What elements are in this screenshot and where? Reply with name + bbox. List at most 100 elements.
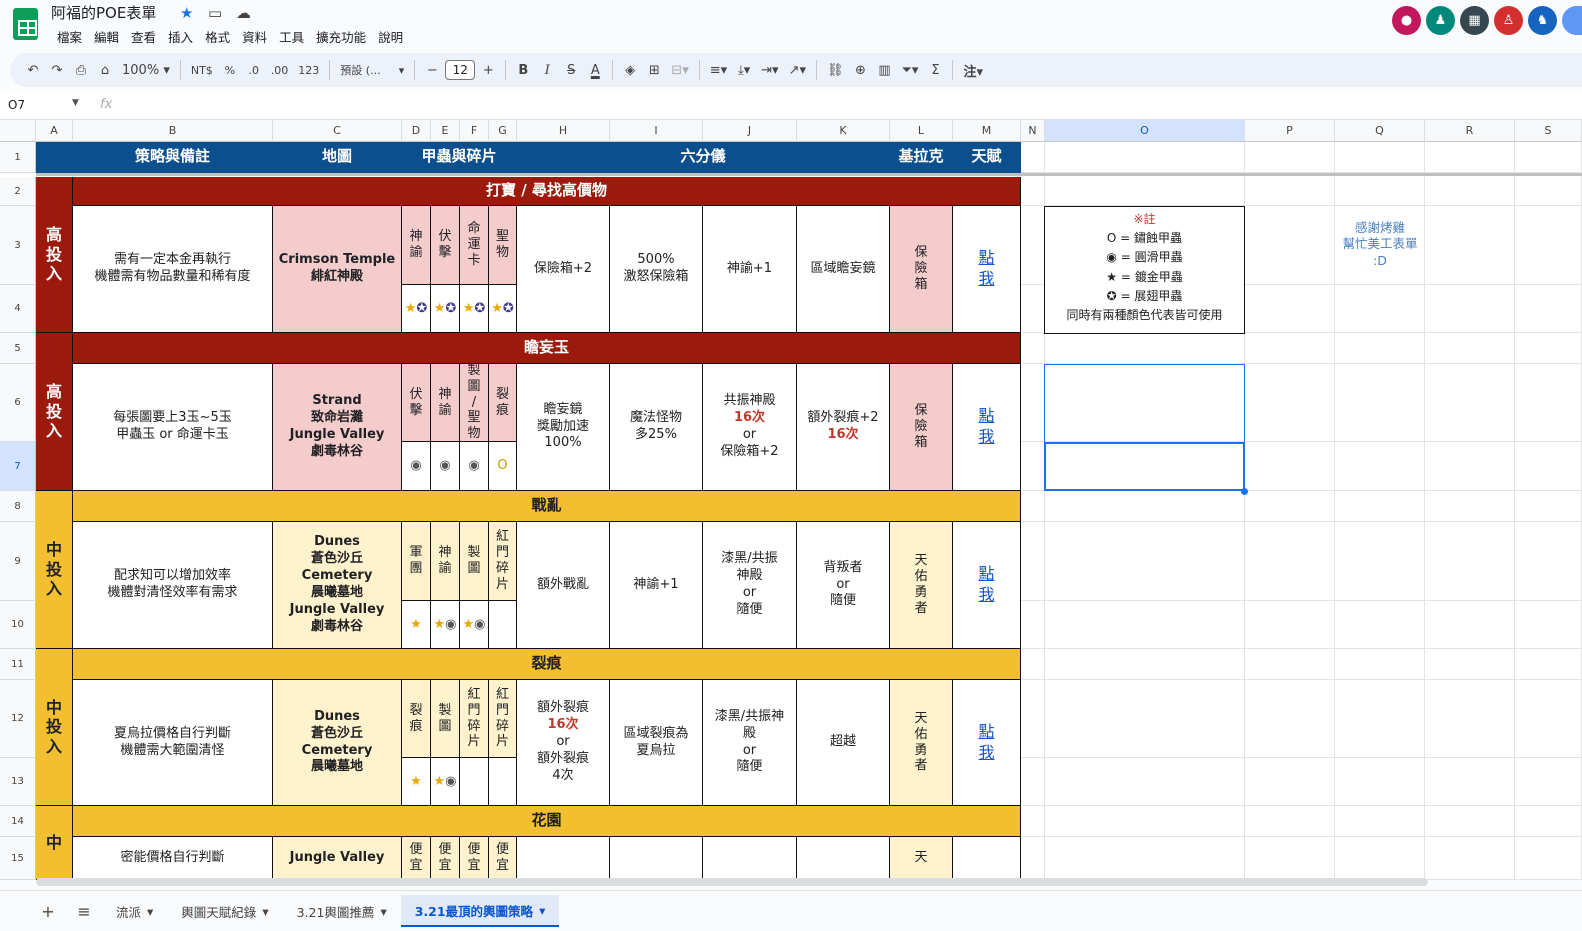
kirac-option[interactable]: 天 <box>890 837 953 880</box>
italic-button[interactable]: I <box>536 57 558 83</box>
menu-data[interactable]: 資料 <box>236 27 273 46</box>
avatar[interactable] <box>1562 6 1582 35</box>
talent-link[interactable]: 點 我 <box>953 680 1021 806</box>
beetle-icon[interactable]: ◉ <box>402 442 431 491</box>
print-icon[interactable]: ⎙ <box>70 57 92 83</box>
sextant-i[interactable]: 區域裂痕為 夏烏拉 <box>610 680 703 806</box>
menu-view[interactable]: 查看 <box>125 27 162 46</box>
row-header[interactable]: 4 <box>0 285 36 333</box>
row-header[interactable]: 2 <box>0 177 36 206</box>
sextant-cell[interactable] <box>703 837 797 880</box>
sextant-cell[interactable] <box>517 837 610 880</box>
beetle-type[interactable]: 軍 團 <box>402 522 431 601</box>
header-blank[interactable] <box>36 142 73 173</box>
merge-cells-icon[interactable]: ⊟▾ <box>667 57 692 83</box>
beetle-type[interactable]: 便 宜 <box>460 837 489 880</box>
avatar[interactable]: ▦ <box>1460 6 1489 35</box>
beetle-type[interactable]: 伏 擊 <box>431 206 460 285</box>
fill-color-icon[interactable]: ◈ <box>619 57 641 83</box>
menu-tools[interactable]: 工具 <box>273 27 310 46</box>
beetle-type[interactable]: 製 圖 / 聖 物 <box>460 364 489 442</box>
font-size-input[interactable]: 12 <box>445 60 476 80</box>
row-header[interactable]: 15 <box>0 837 36 880</box>
sextant-j[interactable]: 漆黑/共振神 殿 or 隨便 <box>703 680 797 806</box>
redo-icon[interactable]: ↷ <box>46 57 68 83</box>
sextant-i[interactable]: 神諭+1 <box>610 522 703 649</box>
beetle-icon[interactable]: ◉ <box>460 442 489 491</box>
section-investment-label[interactable]: 中 投 入 <box>36 491 73 649</box>
avatar[interactable]: ♟ <box>1426 6 1455 35</box>
percent-button[interactable]: % <box>219 57 241 83</box>
row-header[interactable]: 11 <box>0 649 36 680</box>
menu-help[interactable]: 說明 <box>372 27 409 46</box>
column-header[interactable]: D <box>402 120 431 142</box>
frozen-row-divider[interactable] <box>36 173 1582 176</box>
vertical-align-icon[interactable]: ⤓▾ <box>733 57 755 83</box>
column-header[interactable]: K <box>797 120 890 142</box>
beetle-icon[interactable]: ★ ✪ <box>489 285 517 333</box>
filter-icon[interactable]: ⏷▾ <box>898 57 923 83</box>
text-color-button[interactable]: A <box>584 57 606 83</box>
column-header[interactable]: I <box>610 120 703 142</box>
column-header[interactable]: A <box>36 120 73 142</box>
header-kirac[interactable]: 基拉克 <box>890 142 953 173</box>
avatar[interactable]: ♙ <box>1494 6 1523 35</box>
avatar[interactable]: ● <box>1392 6 1421 35</box>
column-header[interactable]: E <box>431 120 460 142</box>
column-header[interactable]: M <box>953 120 1021 142</box>
section-title[interactable]: 瞻妄玉 <box>73 333 1021 364</box>
sheet-tab[interactable]: 3.21輿圖推薦 ▾ <box>283 895 401 927</box>
sextant-k[interactable]: 區域瞻妄鏡 <box>797 206 890 333</box>
map-name[interactable]: Dunes 蒼色沙丘 Cemetery 晨曦墓地 <box>273 680 402 806</box>
row-header[interactable]: 8 <box>0 491 36 522</box>
strikethrough-button[interactable]: S <box>560 57 582 83</box>
beetle-type[interactable]: 神 諭 <box>402 206 431 285</box>
name-box[interactable]: O7 <box>8 98 25 112</box>
beetle-type[interactable]: 神 諭 <box>431 522 460 601</box>
column-header[interactable]: R <box>1425 120 1515 142</box>
header-talent[interactable]: 天賦 <box>953 142 1021 173</box>
cloud-status-icon[interactable]: ☁ <box>236 4 251 22</box>
column-header[interactable]: O <box>1045 120 1245 142</box>
header-strategy[interactable]: 策略與備註 <box>73 142 273 173</box>
sheet-tab-active[interactable]: 3.21最頂的輿圖策略 ▾ <box>400 895 560 927</box>
sextant-i[interactable]: 魔法怪物 多25% <box>610 364 703 491</box>
row-header[interactable]: 7 <box>0 442 36 491</box>
column-header[interactable]: L <box>890 120 953 142</box>
functions-button[interactable]: Σ <box>924 57 946 83</box>
selected-cell-O7[interactable] <box>1044 442 1245 491</box>
section-investment-label[interactable]: 高 投 入 <box>36 333 73 491</box>
strategy-note[interactable]: 配求知可以增加效率 機體對清怪效率有需求 <box>73 522 273 649</box>
column-header[interactable]: G <box>489 120 517 142</box>
column-header[interactable]: S <box>1515 120 1582 142</box>
paint-format-icon[interactable]: ⌂ <box>94 57 116 83</box>
beetle-type[interactable]: 便 宜 <box>489 837 517 880</box>
kirac-option[interactable]: 天 佑 勇 者 <box>890 680 953 806</box>
sextant-k[interactable]: 背叛者 or 隨便 <box>797 522 890 649</box>
menu-extensions[interactable]: 擴充功能 <box>310 27 372 46</box>
map-name[interactable]: Jungle Valley <box>273 837 402 880</box>
sextant-i[interactable]: 500% 激怒保險箱 <box>610 206 703 333</box>
beetle-type[interactable]: 紅 門 碎 片 <box>489 680 517 758</box>
row-header[interactable]: 12 <box>0 680 36 758</box>
column-header[interactable]: Q <box>1335 120 1425 142</box>
number-format-button[interactable]: 123 <box>294 57 323 83</box>
chevron-down-icon[interactable]: ▼ <box>72 98 79 108</box>
talent-link[interactable]: 點 我 <box>953 522 1021 649</box>
beetle-type[interactable]: 伏 擊 <box>402 364 431 442</box>
beetle-type[interactable]: 紅 門 碎 片 <box>489 522 517 601</box>
currency-button[interactable]: NT$ <box>187 57 217 83</box>
beetle-icon[interactable]: ★ ✪ <box>402 285 431 333</box>
beetle-icon[interactable]: ★ ◉ <box>431 758 460 806</box>
beetle-icon[interactable]: O <box>489 442 517 491</box>
undo-icon[interactable]: ↶ <box>22 57 44 83</box>
kirac-option[interactable]: 天 佑 勇 者 <box>890 522 953 649</box>
fill-handle[interactable] <box>1241 488 1248 495</box>
map-name[interactable]: Strand 致命岩灘 Jungle Valley 劇毒林谷 <box>273 364 402 491</box>
header-sextant[interactable]: 六分儀 <box>517 142 890 173</box>
sextant-h[interactable]: 額外戰亂 <box>517 522 610 649</box>
spreadsheet-grid[interactable]: A B C D E F G H I J K L M N O P Q R S 1 2 3 4 5 6 7 8 9 10 11 12 13 14 15… <box>0 120 1582 880</box>
sextant-cell[interactable] <box>610 837 703 880</box>
star-icon[interactable]: ★ <box>180 4 193 22</box>
section-investment-label[interactable]: 中 投 入 <box>36 649 73 806</box>
